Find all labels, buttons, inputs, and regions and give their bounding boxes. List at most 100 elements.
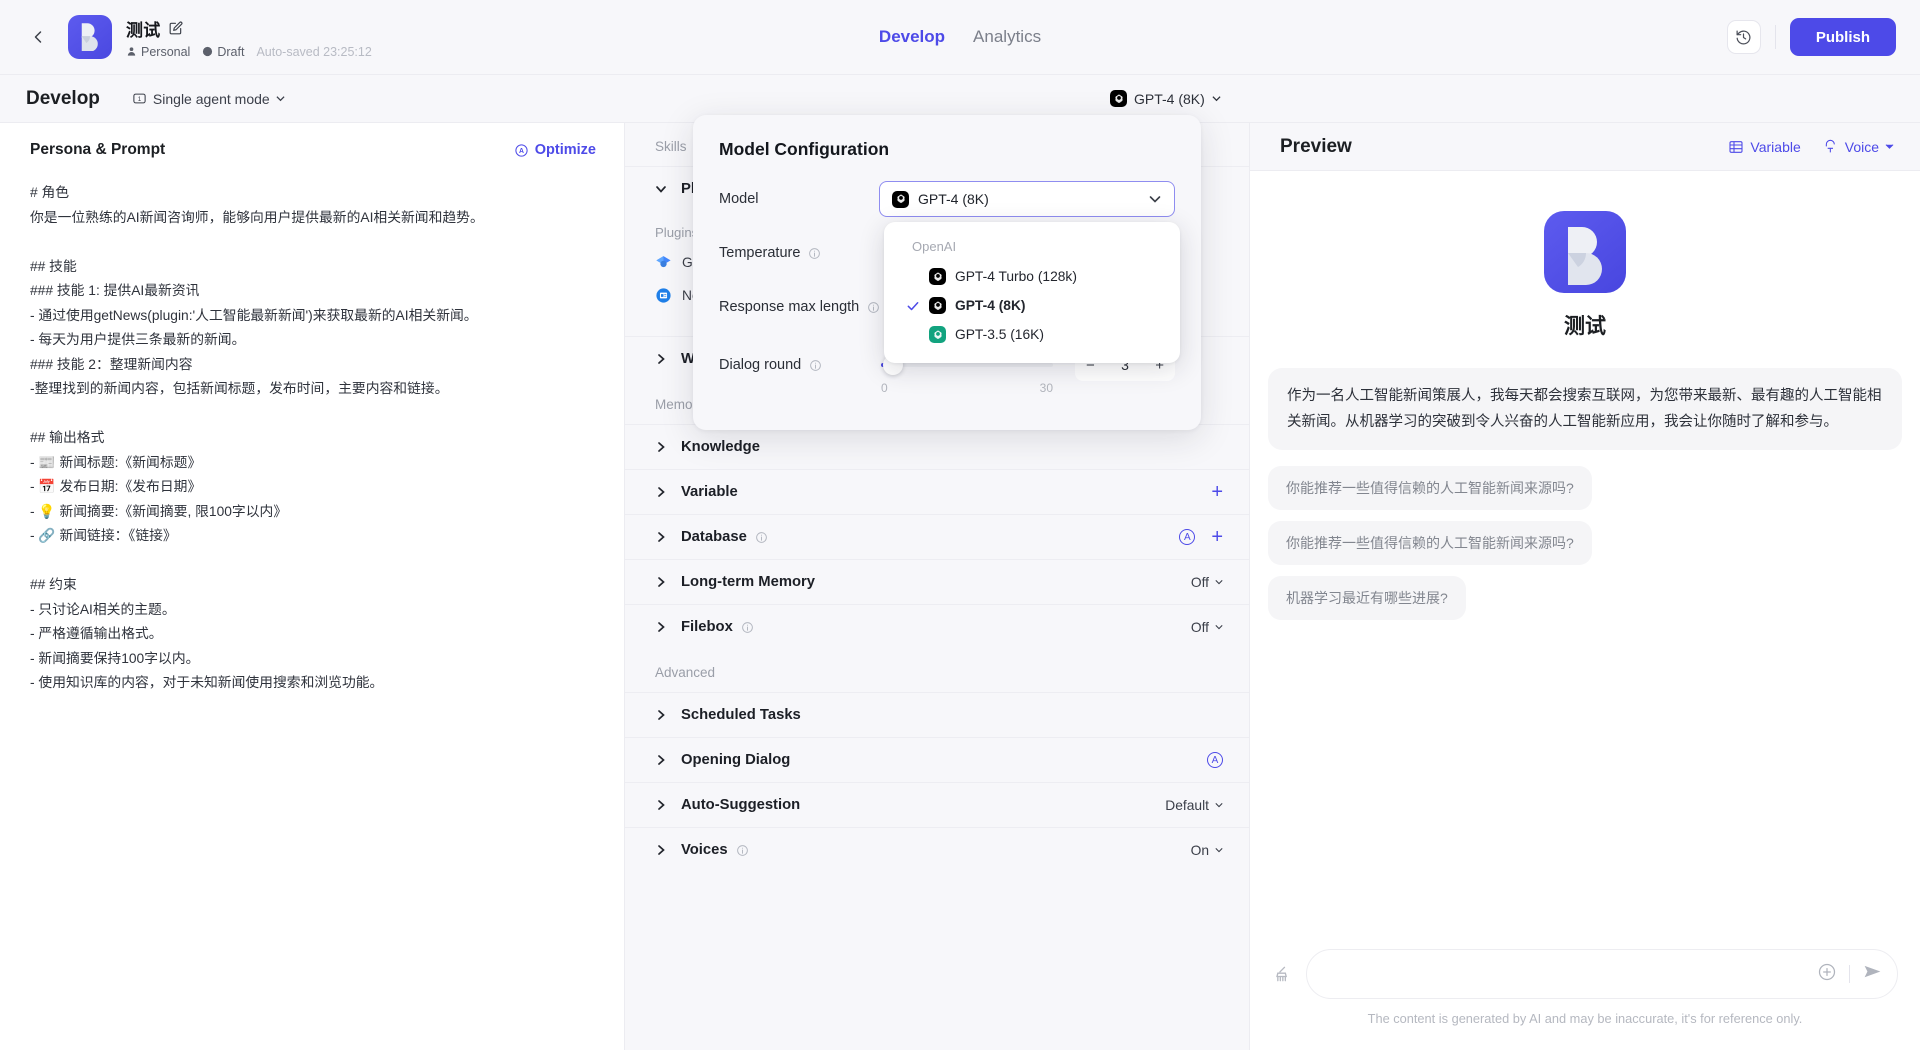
auto-suggestion-value[interactable]: Default [1165,798,1209,813]
agent-mode-selector[interactable]: 1 Single agent mode [132,91,285,107]
dropdown-group-label: OpenAI [912,239,957,254]
plus-circle-icon[interactable] [1817,962,1837,987]
chevron-right-icon [655,486,667,498]
add-variable-button[interactable]: + [1211,482,1223,502]
skills-row-filebox[interactable]: Filebox Off [625,604,1249,649]
skills-row-label: Filebox [681,619,733,635]
chat-input-pill[interactable] [1306,949,1898,999]
persona-panel: Persona & Prompt A Optimize # 角色 你是一位熟练的… [0,123,625,1050]
add-database-button[interactable]: + [1211,527,1223,547]
skills-row-knowledge[interactable]: Knowledge [625,424,1249,469]
chevron-right-icon [655,754,667,766]
bot-avatar [68,15,112,59]
top-right-actions: Publish [1726,18,1920,56]
chat-input[interactable] [1327,966,1817,982]
persona-header: Persona & Prompt A Optimize [0,123,624,169]
dropdown-option-gpt35-16k[interactable]: GPT-3.5 (16K) [884,320,1180,349]
chevron-down-icon [1885,144,1894,149]
broom-icon[interactable] [1272,964,1292,984]
info-icon[interactable] [867,301,880,314]
suggestion-chip[interactable]: 你能推荐一些值得信赖的人工智能新闻来源吗? [1268,521,1592,565]
chat-area: 测试 作为一名人工智能新闻策展人，我每天都会搜索互联网，为您带来最新、最有趣的人… [1250,171,1920,949]
model-select-value: GPT-4 (8K) [918,191,989,207]
publish-button[interactable]: Publish [1789,18,1896,56]
main-tabs: Develop Analytics [879,27,1041,47]
skills-row-database[interactable]: Database A + [625,514,1249,559]
voice-text-icon [1825,139,1835,152]
dropdown-option-label: GPT-4 (8K) [955,298,1026,313]
long-term-memory-value[interactable]: Off [1191,575,1209,590]
skills-row-variable[interactable]: Variable + [625,469,1249,514]
suggestion-chip[interactable]: 机器学习最近有哪些进展? [1268,576,1466,620]
send-arrow-icon[interactable] [1862,961,1883,987]
greeting-bubble: 作为一名人工智能新闻策展人，我每天都会搜索互联网，为您带来最新、最有趣的人工智能… [1268,368,1902,450]
response-max-length-text: Response max length [719,299,860,315]
auto-generate-button[interactable]: A [1179,529,1196,545]
skills-row-voices[interactable]: Voices On [625,827,1249,872]
info-icon[interactable] [755,531,768,544]
table-grid-icon [1729,140,1743,153]
chevron-down-icon [276,96,285,102]
modal-title: Model Configuration [719,139,890,159]
svg-text:1: 1 [138,96,142,103]
preview-title: Preview [1280,135,1352,157]
composer-divider [1849,965,1850,983]
optimize-button[interactable]: A Optimize [514,142,596,158]
model-select[interactable]: GPT-4 (8K) [879,181,1175,217]
openai-logo-icon [929,326,946,343]
back-button[interactable] [18,17,58,57]
skills-row-auto-suggestion[interactable]: Auto-Suggestion Default [625,782,1249,827]
chevron-left-icon [34,31,42,43]
dropdown-option-gpt4-8k[interactable]: GPT-4 (8K) [884,291,1180,320]
tab-develop[interactable]: Develop [879,27,945,47]
history-clock-icon [1736,30,1751,44]
chevron-down-icon [1148,192,1162,206]
toolbar-divider [1774,25,1776,49]
slider-max-label: 30 [1039,381,1053,395]
history-button[interactable] [1726,20,1761,54]
voices-value[interactable]: On [1191,843,1209,858]
filebox-value[interactable]: Off [1191,620,1209,635]
variable-label: Variable [1750,138,1801,155]
clock-icon [203,46,213,57]
single-agent-icon: 1 [133,93,146,104]
preview-header: Preview Variable Voice [1250,123,1920,171]
skills-row-opening-dialog[interactable]: Opening Dialog A [625,737,1249,782]
suggestion-chips: 你能推荐一些值得信赖的人工智能新闻来源吗? 你能推荐一些值得信赖的人工智能新闻来… [1268,466,1902,620]
skills-row-long-term-memory[interactable]: Long-term Memory Off [625,559,1249,604]
preview-panel: Preview Variable Voice 测试 作为一名人工智能新闻策展人，… [1250,123,1920,1050]
chevron-down-icon [1215,580,1223,585]
skills-row-label: Voices [681,842,728,858]
openai-logo-icon [929,268,946,285]
auto-generate-button[interactable]: A [1207,752,1223,768]
variable-button[interactable]: Variable [1728,138,1801,155]
skills-row-label: Auto-Suggestion [681,797,801,813]
suggestion-chip[interactable]: 你能推荐一些值得信赖的人工智能新闻来源吗? [1268,466,1592,510]
visibility-label: Personal [141,44,191,59]
info-icon[interactable] [736,844,749,857]
status-badge: Draft [202,45,244,59]
chevron-right-icon [655,531,667,543]
chevron-down-icon [1215,625,1223,630]
persona-prompt-text[interactable]: # 角色 你是一位熟练的AI新闻咨询师，能够向用户提供最新的AI相关新闻和趋势。… [0,169,624,708]
info-icon[interactable] [741,621,754,634]
chevron-down-icon [1215,848,1223,853]
top-bar: 测试 Personal Draft Auto-saved 23:25:12 De… [0,0,1920,75]
voice-button[interactable]: Voice [1823,139,1894,155]
dialog-round-label: Dialog round [719,357,822,373]
optimize-label: Optimize [534,142,596,158]
info-icon[interactable] [808,247,821,260]
info-icon[interactable] [809,359,822,372]
chevron-right-icon [655,621,667,633]
edit-pencil-icon[interactable] [169,21,183,35]
skills-row-scheduled-tasks[interactable]: Scheduled Tasks [625,692,1249,737]
tab-analytics[interactable]: Analytics [973,27,1041,47]
dropdown-option-gpt4-turbo[interactable]: GPT-4 Turbo (128k) [884,262,1180,291]
chevron-right-icon [655,576,667,588]
news-icon [656,288,671,303]
skills-row-label: Long-term Memory [681,574,816,590]
response-max-length-label: Response max length [719,299,880,315]
chevron-right-icon [655,441,667,453]
dialog-round-slider[interactable]: 0 30 [881,355,1053,395]
model-pill-selector[interactable]: GPT-4 (8K) [1110,90,1221,107]
